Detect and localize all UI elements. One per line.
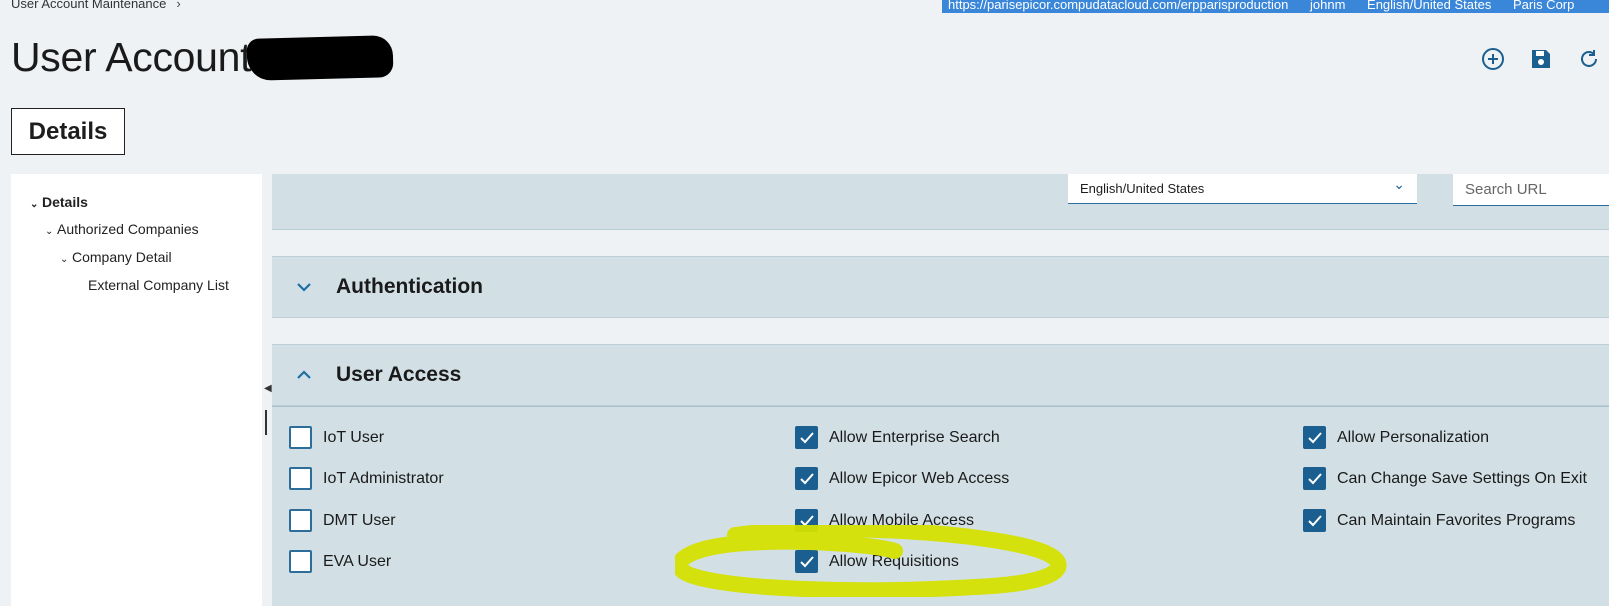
chevron-down-icon[interactable]: ⌄ [45, 226, 57, 237]
checkbox-box[interactable] [1303, 426, 1326, 449]
tree-item-details[interactable]: ⌄ Details [30, 194, 88, 210]
user-access-section-header[interactable]: User Access [272, 344, 1609, 406]
search-url-input[interactable]: Search URL [1453, 174, 1609, 206]
redaction-mark [246, 35, 394, 81]
collapse-left-icon[interactable]: ◀ [264, 383, 272, 394]
checkbox-allow-personalization[interactable]: Allow Personalization [1303, 426, 1489, 449]
language-indicator: English/United States [1367, 0, 1492, 12]
checkbox-box[interactable] [289, 550, 312, 573]
user-access-panel: IoT User IoT Administrator DMT User EVA … [272, 406, 1609, 606]
checkbox-allow-enterprise-search[interactable]: Allow Enterprise Search [795, 426, 1000, 449]
checkbox-allow-requisitions[interactable]: Allow Requisitions [795, 550, 959, 573]
chevron-down-icon[interactable]: ⌄ [60, 254, 72, 265]
language-select[interactable]: English/United States ⌄ [1068, 174, 1417, 204]
checkbox-can-maintain-favorites[interactable]: Can Maintain Favorites Programs [1303, 509, 1575, 532]
tree-item-authorized-companies[interactable]: ⌄ Authorized Companies [45, 221, 199, 237]
language-select-value: English/United States [1080, 181, 1205, 196]
toolbar [1480, 46, 1602, 72]
breadcrumb-chevron-icon: › [176, 0, 181, 11]
save-icon[interactable] [1528, 46, 1554, 72]
checkbox-box[interactable] [795, 550, 818, 573]
tree-item-external-company-list[interactable]: External Company List [88, 277, 229, 293]
checkbox-allow-epicor-web-access[interactable]: Allow Epicor Web Access [795, 467, 1009, 490]
breadcrumb-label[interactable]: User Account Maintenance [11, 0, 166, 11]
checkbox-box[interactable] [289, 467, 312, 490]
checkbox-box[interactable] [289, 426, 312, 449]
chevron-down-icon[interactable]: ⌄ [30, 199, 42, 210]
checkbox-box[interactable] [1303, 467, 1326, 490]
tab-details[interactable]: Details [11, 108, 125, 155]
refresh-icon[interactable] [1576, 46, 1602, 72]
chevron-down-icon[interactable] [296, 282, 326, 292]
session-info-bar: https://parisepicor.compudatacloud.com/e… [942, 0, 1609, 13]
general-panel: English/United States ⌄ Search URL [272, 174, 1609, 230]
page-title: User Account [11, 34, 252, 80]
section-title: User Access [336, 363, 462, 386]
authentication-section-header[interactable]: Authentication [272, 256, 1609, 318]
checkbox-can-change-save-settings[interactable]: Can Change Save Settings On Exit [1303, 467, 1587, 490]
checkbox-box[interactable] [795, 467, 818, 490]
section-title: Authentication [336, 275, 483, 298]
tree-item-company-detail[interactable]: ⌄ Company Detail [60, 249, 172, 265]
navigation-tree: ⌄ Details ⌄ Authorized Companies ⌄ Company … [11, 174, 262, 606]
add-new-icon[interactable] [1480, 46, 1506, 72]
checkbox-iot-administrator[interactable]: IoT Administrator [289, 467, 444, 490]
panel-splitter[interactable] [265, 410, 267, 435]
company-indicator: Paris Corp [1512, 0, 1575, 12]
user-id: johnm [1309, 0, 1346, 12]
checkbox-eva-user[interactable]: EVA User [289, 550, 391, 573]
breadcrumb[interactable]: User Account Maintenance › [11, 0, 181, 11]
checkbox-allow-mobile-access[interactable]: Allow Mobile Access [795, 509, 974, 532]
chevron-down-icon[interactable]: ⌄ [1393, 176, 1405, 193]
checkbox-dmt-user[interactable]: DMT User [289, 509, 396, 532]
checkbox-box[interactable] [795, 426, 818, 449]
chevron-up-icon[interactable] [296, 370, 326, 380]
server-url: https://parisepicor.compudatacloud.com/e… [948, 0, 1289, 12]
checkbox-box[interactable] [289, 509, 312, 532]
checkbox-box[interactable] [795, 509, 818, 532]
checkbox-box[interactable] [1303, 509, 1326, 532]
checkbox-iot-user[interactable]: IoT User [289, 426, 384, 449]
main-content: English/United States ⌄ Search URL Authe… [272, 174, 1609, 606]
